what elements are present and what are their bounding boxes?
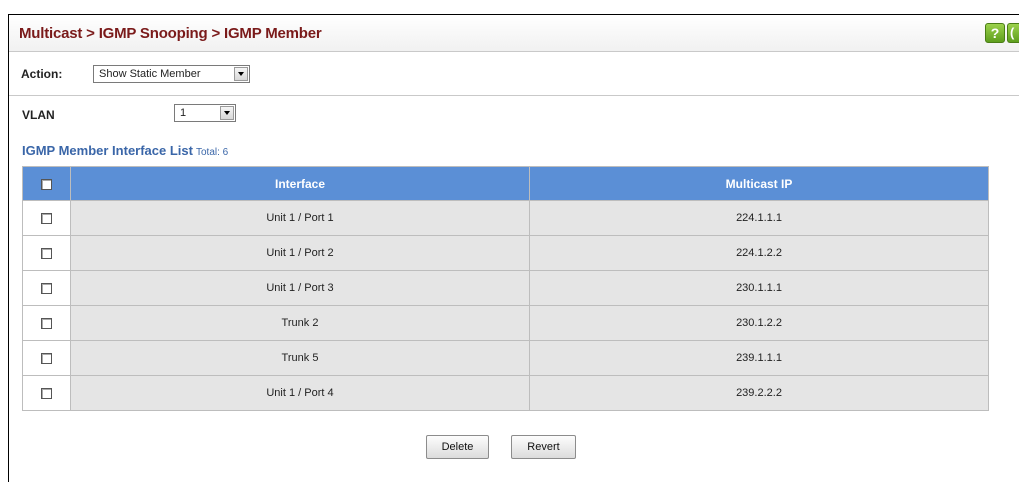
row-checkbox[interactable] bbox=[41, 212, 52, 224]
action-bar: Action: Show Static Member bbox=[9, 52, 1019, 96]
interface-cell: Unit 1 / Port 1 bbox=[70, 200, 530, 236]
row-checkbox-cell bbox=[22, 235, 71, 271]
vlan-select-value: 1 bbox=[180, 107, 187, 119]
column-header-interface: Interface bbox=[70, 166, 530, 201]
multicast-ip-cell: 230.1.1.1 bbox=[529, 270, 989, 306]
multicast-ip-cell: 224.1.1.1 bbox=[529, 200, 989, 236]
row-checkbox-cell bbox=[22, 375, 71, 411]
multicast-ip-cell: 239.2.2.2 bbox=[529, 375, 989, 411]
help-icon-2[interactable]: ( bbox=[1007, 23, 1019, 43]
revert-button[interactable]: Revert bbox=[511, 435, 576, 459]
row-checkbox[interactable] bbox=[41, 282, 52, 294]
delete-button[interactable]: Delete bbox=[426, 435, 489, 459]
interface-cell: Trunk 2 bbox=[70, 305, 530, 341]
interface-cell: Unit 1 / Port 3 bbox=[70, 270, 530, 306]
row-checkbox-cell bbox=[22, 270, 71, 306]
select-all-cell bbox=[22, 166, 71, 201]
interface-cell: Unit 1 / Port 2 bbox=[70, 235, 530, 271]
table-row: Unit 1 / Port 4 239.2.2.2 bbox=[22, 375, 989, 411]
row-checkbox-cell bbox=[22, 340, 71, 376]
chevron-down-icon[interactable] bbox=[220, 106, 234, 120]
chevron-down-icon[interactable] bbox=[234, 67, 248, 81]
vlan-label: VLAN bbox=[22, 108, 55, 122]
multicast-ip-cell: 239.1.1.1 bbox=[529, 340, 989, 376]
list-total: Total: 6 bbox=[195, 147, 229, 158]
vlan-select[interactable]: 1 bbox=[174, 104, 236, 122]
column-header-multicast-ip: Multicast IP bbox=[529, 166, 989, 201]
table-row: Trunk 5 239.1.1.1 bbox=[22, 340, 989, 376]
list-title-text: IGMP Member Interface List bbox=[22, 143, 193, 158]
action-select-value: Show Static Member bbox=[99, 68, 201, 80]
row-checkbox[interactable] bbox=[41, 317, 52, 329]
action-select[interactable]: Show Static Member bbox=[93, 65, 250, 83]
multicast-ip-cell: 230.1.2.2 bbox=[529, 305, 989, 341]
action-label: Action: bbox=[21, 67, 63, 81]
interface-cell: Unit 1 / Port 4 bbox=[70, 375, 530, 411]
table-row: Trunk 2 230.1.2.2 bbox=[22, 305, 989, 341]
table-row: Unit 1 / Port 2 224.1.2.2 bbox=[22, 235, 989, 271]
table-row: Unit 1 / Port 1 224.1.1.1 bbox=[22, 200, 989, 236]
table-row: Unit 1 / Port 3 230.1.1.1 bbox=[22, 270, 989, 306]
row-checkbox[interactable] bbox=[41, 387, 52, 399]
row-checkbox-cell bbox=[22, 305, 71, 341]
list-title: IGMP Member Interface List Total: 6 bbox=[22, 143, 228, 158]
select-all-checkbox[interactable] bbox=[41, 178, 52, 190]
multicast-ip-cell: 224.1.2.2 bbox=[529, 235, 989, 271]
title-bar: Multicast > IGMP Snooping > IGMP Member … bbox=[9, 15, 1019, 52]
help-icon[interactable]: ? bbox=[985, 23, 1005, 43]
row-checkbox[interactable] bbox=[41, 352, 52, 364]
member-table: Interface Multicast IP Unit 1 / Port 1 2… bbox=[22, 166, 989, 411]
row-checkbox-cell bbox=[22, 200, 71, 236]
interface-cell: Trunk 5 bbox=[70, 340, 530, 376]
page-title: Multicast > IGMP Snooping > IGMP Member bbox=[19, 25, 322, 42]
row-checkbox[interactable] bbox=[41, 247, 52, 259]
table-header-row: Interface Multicast IP bbox=[22, 166, 989, 201]
